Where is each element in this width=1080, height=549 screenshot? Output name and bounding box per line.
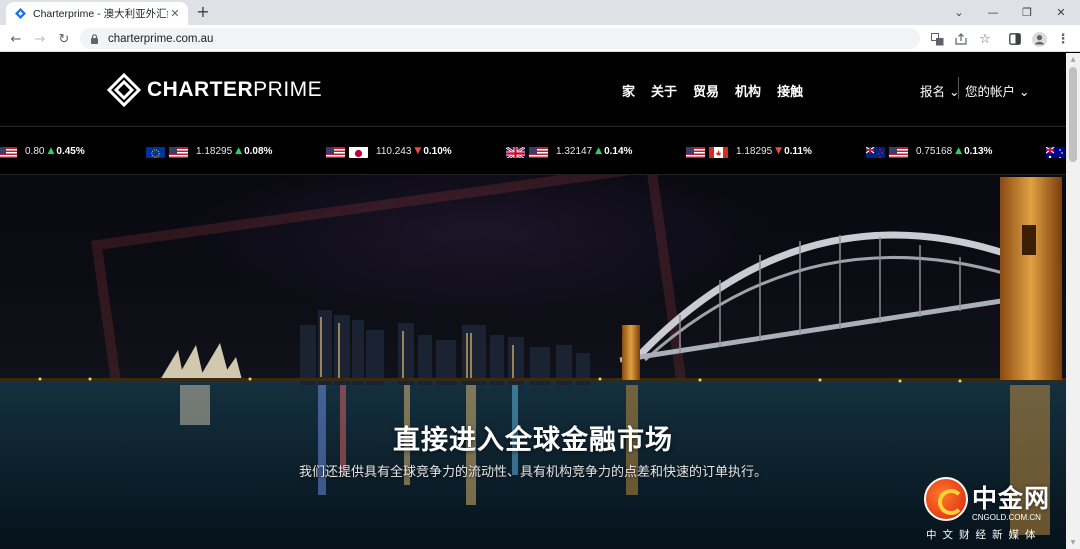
ticker-item: 1.18295 ▲ 0.08%	[146, 143, 272, 159]
ticker-price: 1.32147	[556, 145, 593, 157]
us-flag-icon	[326, 145, 345, 158]
back-arrow-icon[interactable]: ←	[6, 29, 26, 49]
forward-arrow-icon[interactable]: →	[30, 29, 50, 49]
tab-bar: Charterprime - 澳大利亚外汇经 ✕ + ⌄ — ❐ ✕	[0, 0, 1080, 25]
hero-subtitle: 我们还提供具有全球竞争力的流动性、具有机构竞争力的点差和快速的订单执行。	[298, 465, 767, 480]
browser-tab[interactable]: Charterprime - 澳大利亚外汇经 ✕	[6, 2, 188, 25]
ticker-item: 0.75168 ▲ 0.13%	[866, 143, 992, 159]
lock-icon	[90, 33, 100, 44]
canada-flag-icon	[709, 145, 728, 158]
down-arrow-icon: ▼	[414, 146, 422, 156]
scrollbar-thumb[interactable]	[1069, 67, 1077, 162]
main-nav: 家 关于 贸易 机构 接触	[622, 81, 819, 100]
sydney-harbour-background	[0, 175, 1066, 549]
nav-institutions[interactable]: 机构	[735, 81, 761, 100]
new-tab-icon[interactable]: +	[194, 3, 212, 21]
ticker-item: 1.32147 ▲ 0.14%	[506, 143, 632, 159]
account-label: 您的帐户	[965, 84, 1016, 99]
ticker-item: 110.243 ▼ 0.10%	[326, 143, 452, 159]
register-dropdown[interactable]: 报名 ⌄	[920, 81, 959, 100]
window-close-icon[interactable]: ✕	[1044, 0, 1078, 25]
cngold-logo-icon	[924, 477, 968, 521]
ticker-price: 1.18295	[736, 145, 773, 157]
ticker-change: 0.10%	[423, 145, 452, 157]
register-label: 报名	[920, 84, 946, 99]
ticker-change: 0.14%	[604, 145, 633, 157]
url-text: charterprime.com.au	[108, 32, 214, 45]
australia-flag-icon	[1046, 145, 1065, 158]
us-flag-icon	[0, 145, 17, 158]
logo-text: CHARTERPRIME	[147, 78, 323, 101]
ticker-price: 0.80	[25, 145, 45, 157]
watermark-tagline: 中文财经新媒体	[926, 529, 1042, 541]
us-flag-icon	[686, 145, 705, 158]
up-arrow-icon: ▲	[47, 146, 55, 156]
us-flag-icon	[889, 145, 908, 158]
nav-divider	[958, 77, 959, 99]
scroll-down-icon[interactable]: ▼	[1069, 539, 1077, 547]
chevron-down-icon: ⌄	[1015, 84, 1030, 99]
ticker-item: 1.18295 ▼ 0.11%	[686, 143, 812, 159]
watermark-url: CNGOLD.COM.CN	[972, 513, 1041, 522]
uk-flag-icon	[506, 145, 525, 158]
tab-title: Charterprime - 澳大利亚外汇经	[33, 8, 168, 20]
more-menu-icon[interactable]: ⋮	[1054, 30, 1072, 48]
nav-trading[interactable]: 贸易	[693, 81, 719, 100]
ticker-item: 0.80 ▲ 0.45%	[0, 143, 85, 159]
up-arrow-icon: ▲	[955, 146, 963, 156]
ticker-change: 0.45%	[56, 145, 85, 157]
up-arrow-icon: ▲	[595, 146, 603, 156]
nav-about[interactable]: 关于	[651, 81, 677, 100]
reload-icon[interactable]: ↻	[54, 29, 74, 49]
side-panel-icon[interactable]	[1006, 30, 1024, 48]
account-dropdown[interactable]: 您的帐户 ⌄	[965, 81, 1029, 100]
minimize-icon[interactable]: —	[976, 0, 1010, 25]
watermark-name: 中金网	[972, 484, 1051, 513]
scroll-up-icon[interactable]: ▲	[1069, 56, 1077, 64]
address-bar[interactable]: charterprime.com.au	[80, 28, 920, 49]
site-header: CHARTERPRIME 家 关于 贸易 机构 接触 报名 ⌄ 您的帐户 ⌄	[0, 53, 1066, 125]
close-icon[interactable]: ✕	[168, 7, 182, 21]
translate-icon[interactable]	[928, 30, 946, 48]
browser-toolbar: ← → ↻ charterprime.com.au ☆ ⋮	[0, 25, 1080, 52]
page-scrollbar[interactable]: ▲ ▼	[1066, 53, 1080, 549]
site-logo[interactable]: CHARTERPRIME	[107, 73, 322, 107]
us-flag-icon	[529, 145, 548, 158]
hero-title: 直接进入全球金融市场	[393, 425, 673, 456]
hero-section: 直接进入全球金融市场 我们还提供具有全球竞争力的流动性、具有机构竞争力的点差和快…	[0, 175, 1066, 549]
chevron-down-icon[interactable]: ⌄	[942, 0, 976, 25]
nz-flag-icon	[866, 145, 885, 158]
up-arrow-icon: ▲	[235, 146, 243, 156]
nav-contact[interactable]: 接触	[777, 81, 803, 100]
down-arrow-icon: ▼	[775, 146, 783, 156]
ticker-item	[1046, 143, 1066, 159]
ticker-change: 0.13%	[964, 145, 993, 157]
eu-flag-icon	[146, 145, 165, 158]
charterprime-logo-icon	[107, 73, 141, 107]
nav-home[interactable]: 家	[622, 81, 635, 100]
ticker-price: 110.243	[376, 145, 412, 157]
japan-flag-icon	[349, 145, 368, 158]
currency-ticker: 0.80 ▲ 0.45% 1.18295 ▲ 0.08% 110.243 ▼ 0…	[0, 126, 1066, 175]
bookmark-star-icon[interactable]: ☆	[976, 30, 994, 48]
webpage: 直接进入全球金融市场 我们还提供具有全球竞争力的流动性、具有机构竞争力的点差和快…	[0, 53, 1066, 549]
ticker-change: 0.08%	[244, 145, 273, 157]
share-icon[interactable]	[952, 30, 970, 48]
cngold-watermark: 中金网 CNGOLD.COM.CN 中文财经新媒体	[922, 477, 1066, 549]
profile-avatar-icon[interactable]	[1030, 30, 1048, 48]
site-favicon-icon	[14, 8, 26, 20]
restore-icon[interactable]: ❐	[1010, 0, 1044, 25]
ticker-price: 0.75168	[916, 145, 953, 157]
ticker-change: 0.11%	[784, 145, 812, 157]
ticker-price: 1.18295	[196, 145, 233, 157]
us-flag-icon	[169, 145, 188, 158]
